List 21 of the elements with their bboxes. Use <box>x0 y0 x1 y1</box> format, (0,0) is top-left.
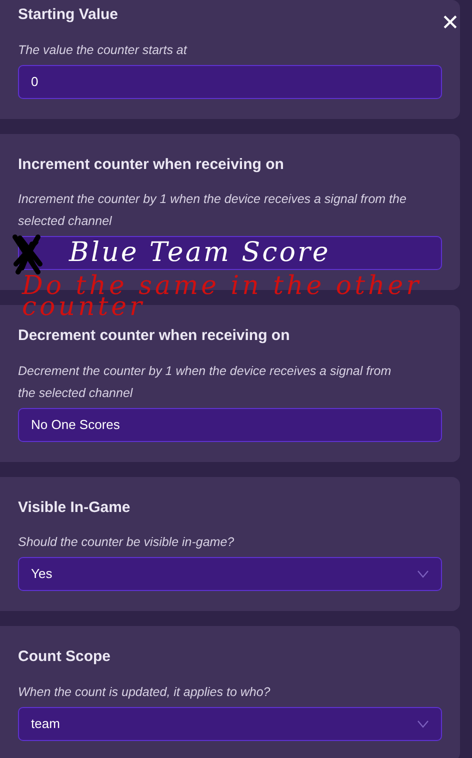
section-title: Increment counter when receiving on <box>18 154 285 174</box>
section-title: Count Scope <box>18 647 112 667</box>
section-description: Should the counter be visible in-game? <box>18 534 236 551</box>
dropdown[interactable]: Yes <box>18 557 442 591</box>
section-title: Visible In-Game <box>18 498 132 518</box>
dropdown[interactable]: team <box>18 706 442 740</box>
chevron-down-icon <box>417 570 429 578</box>
handwritten-text: Blue Team Score <box>69 238 330 268</box>
section-description: The value the counter starts at <box>18 42 188 58</box>
scribble-drawing <box>12 234 44 276</box>
section-description: Decrement the counter by 1 when the device receives a signal from the selected channel <box>18 362 392 402</box>
section-description: When the count is updated, it applies to who? <box>18 684 272 701</box>
section-description: Increment the counter by 1 when the device receives a signal from the selected channel <box>18 191 408 230</box>
handwritten-note: Do the same in the other counter <box>22 276 423 318</box>
section-title: Starting Value <box>18 5 120 25</box>
chevron-down-icon <box>417 720 429 728</box>
input-field[interactable]: Blue Team Score <box>18 236 442 270</box>
input-field[interactable]: No One Scores <box>18 408 442 442</box>
section-title: Decrement counter when receiving on <box>18 326 291 346</box>
input-field[interactable]: 0 <box>18 64 442 98</box>
close-button[interactable]: ✕ <box>441 12 459 34</box>
